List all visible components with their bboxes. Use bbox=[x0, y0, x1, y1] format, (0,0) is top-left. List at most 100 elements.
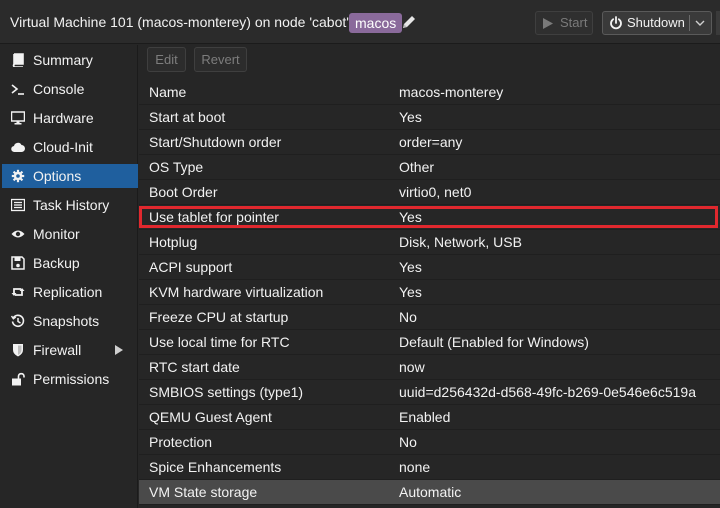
sidebar-item-label: Permissions bbox=[33, 371, 110, 387]
option-key: RTC start date bbox=[149, 359, 240, 375]
sidebar-item-backup[interactable]: Backup bbox=[2, 251, 138, 275]
expand-arrow-icon[interactable] bbox=[115, 345, 123, 355]
table-row[interactable]: Start/Shutdown order order=any bbox=[139, 130, 720, 155]
option-value: Yes bbox=[399, 284, 422, 300]
option-key: Spice Enhancements bbox=[149, 459, 282, 475]
table-row[interactable]: OS Type Other bbox=[139, 155, 720, 180]
list-icon bbox=[11, 198, 25, 212]
option-value: No bbox=[399, 434, 417, 450]
option-value: Disk, Network, USB bbox=[399, 234, 522, 250]
option-value: macos-monterey bbox=[399, 84, 504, 100]
option-key: Use local time for RTC bbox=[149, 334, 290, 350]
unlock-icon bbox=[12, 372, 25, 386]
option-key: Use tablet for pointer bbox=[149, 209, 279, 225]
sidebar-item-task-history[interactable]: Task History bbox=[2, 193, 138, 217]
option-key: Protection bbox=[149, 434, 213, 450]
sidebar-item-summary[interactable]: Summary bbox=[2, 48, 138, 72]
sidebar-item-label: Task History bbox=[33, 197, 110, 213]
sidebar-item-label: Backup bbox=[33, 255, 80, 271]
table-row[interactable]: Use local time for RTC Default (Enabled … bbox=[139, 330, 720, 355]
option-key: Boot Order bbox=[149, 184, 218, 200]
tag-badge[interactable]: macos bbox=[349, 13, 403, 33]
sidebar-item-label: Options bbox=[33, 168, 82, 184]
split-divider bbox=[689, 15, 690, 31]
option-key: QEMU Guest Agent bbox=[149, 409, 272, 425]
table-row[interactable]: SMBIOS settings (type1) uuid=d256432d-d5… bbox=[139, 380, 720, 405]
more-button[interactable] bbox=[716, 11, 720, 35]
sidebar-item-label: Replication bbox=[33, 284, 103, 300]
sidebar-item-hardware[interactable]: Hardware bbox=[2, 106, 138, 130]
gear-icon bbox=[11, 169, 25, 183]
table-row[interactable]: Spice Enhancements none bbox=[139, 455, 720, 480]
option-key: VM State storage bbox=[149, 484, 258, 500]
option-key: Start/Shutdown order bbox=[149, 134, 282, 150]
sidebar-item-monitor[interactable]: Monitor bbox=[2, 222, 138, 246]
table-row[interactable]: QEMU Guest Agent Enabled bbox=[139, 405, 720, 430]
power-icon bbox=[610, 16, 622, 30]
option-key: SMBIOS settings (type1) bbox=[149, 384, 304, 400]
option-value: Enabled bbox=[399, 409, 451, 425]
pencil-icon[interactable] bbox=[401, 14, 417, 30]
option-key: OS Type bbox=[149, 159, 204, 175]
option-key: ACPI support bbox=[149, 259, 233, 275]
option-key: Start at boot bbox=[149, 109, 226, 125]
desktop-icon bbox=[11, 111, 25, 125]
table-row[interactable]: Protection No bbox=[139, 430, 720, 455]
option-value: order=any bbox=[399, 134, 463, 150]
table-row[interactable]: Name macos-monterey bbox=[139, 80, 720, 105]
sidebar-item-snapshots[interactable]: Snapshots bbox=[2, 309, 138, 333]
option-value: No bbox=[399, 309, 417, 325]
shield-icon bbox=[13, 344, 23, 357]
sidebar-item-console[interactable]: Console bbox=[2, 77, 138, 101]
cloud-icon bbox=[11, 142, 25, 153]
sidebar-item-label: Hardware bbox=[33, 110, 94, 126]
sidebar-item-cloud-init[interactable]: Cloud-Init bbox=[2, 135, 138, 159]
play-icon bbox=[543, 18, 553, 29]
floppy-icon bbox=[11, 256, 25, 270]
sidebar-item-options[interactable]: Options bbox=[2, 164, 138, 188]
option-value: Automatic bbox=[399, 484, 462, 500]
book-icon bbox=[12, 53, 24, 67]
table-row[interactable]: Hotplug Disk, Network, USB bbox=[139, 230, 720, 255]
option-value: Yes bbox=[399, 109, 422, 125]
header-bar: Virtual Machine 101 (macos-monterey) on … bbox=[0, 0, 720, 44]
sidebar-item-replication[interactable]: Replication bbox=[2, 280, 138, 304]
option-value: Default (Enabled for Windows) bbox=[399, 334, 589, 350]
eye-icon bbox=[11, 230, 25, 238]
option-key: KVM hardware virtualization bbox=[149, 284, 324, 300]
sidebar-item-label: Monitor bbox=[33, 226, 80, 242]
edit-button[interactable]: Edit bbox=[147, 47, 186, 72]
revert-button[interactable]: Revert bbox=[194, 47, 247, 72]
table-row[interactable]: Boot Order virtio0, net0 bbox=[139, 180, 720, 205]
option-value: Yes bbox=[399, 209, 422, 225]
sidebar-item-label: Console bbox=[33, 81, 85, 97]
table-row[interactable]: RTC start date now bbox=[139, 355, 720, 380]
sidebar-item-permissions[interactable]: Permissions bbox=[2, 367, 138, 391]
table-row[interactable]: Start at boot Yes bbox=[139, 105, 720, 130]
page-title: Virtual Machine 101 (macos-monterey) on … bbox=[10, 14, 349, 30]
option-value: virtio0, net0 bbox=[399, 184, 472, 200]
option-key: Freeze CPU at startup bbox=[149, 309, 289, 325]
terminal-icon bbox=[11, 84, 24, 95]
option-value: uuid=d256432d-d568-49fc-b269-0e546e6c519… bbox=[399, 384, 696, 400]
table-row[interactable]: Use tablet for pointer Yes bbox=[139, 205, 720, 230]
table-row[interactable]: ACPI support Yes bbox=[139, 255, 720, 280]
table-row[interactable]: KVM hardware virtualization Yes bbox=[139, 280, 720, 305]
sidebar-item-label: Snapshots bbox=[33, 313, 100, 329]
option-value: Yes bbox=[399, 259, 422, 275]
table-row-selected[interactable]: VM State storage Automatic bbox=[139, 480, 720, 505]
shutdown-button-label: Shutdown bbox=[627, 15, 685, 30]
option-key: Hotplug bbox=[149, 234, 198, 250]
sidebar-item-firewall[interactable]: Firewall bbox=[2, 338, 138, 362]
chevron-down-icon[interactable] bbox=[694, 17, 706, 29]
history-icon bbox=[11, 314, 25, 328]
sidebar-item-label: Summary bbox=[33, 52, 93, 68]
option-value: Other bbox=[399, 159, 435, 175]
sidebar-item-label: Firewall bbox=[33, 342, 82, 358]
start-button[interactable]: Start bbox=[535, 11, 593, 35]
shutdown-button[interactable]: Shutdown bbox=[602, 11, 712, 35]
sidebar-item-label: Cloud-Init bbox=[33, 139, 93, 155]
option-value: none bbox=[399, 459, 431, 475]
table-row[interactable]: Freeze CPU at startup No bbox=[139, 305, 720, 330]
start-button-label: Start bbox=[560, 15, 588, 30]
